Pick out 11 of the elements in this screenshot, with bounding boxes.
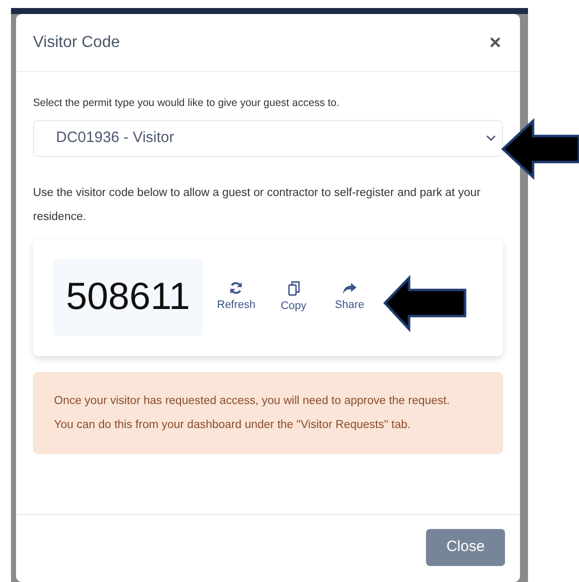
action-button[interactable]: Refresh	[211, 281, 262, 314]
info-alert: Once your visitor has requested access, you will need to approve the request. You can do this from your dashboard under the "Visitor Requests" tab.	[33, 372, 503, 454]
visitor-code: 508611	[53, 258, 203, 336]
description-text: Use the visitor code below to allow a guest or contractor to self-register and park at your residence.	[33, 186, 482, 225]
action-button[interactable]: Share	[326, 282, 374, 313]
close-button[interactable]: Close	[426, 529, 505, 566]
action-button[interactable]: Copy	[270, 280, 318, 314]
permit-label: Select the permit type you would like to give your guest access to.	[33, 96, 340, 111]
modal-title: Visitor Code	[33, 32, 120, 52]
permit-select[interactable]: DC01936 - Visitor	[33, 120, 503, 157]
close-button[interactable]: ×	[487, 32, 503, 52]
